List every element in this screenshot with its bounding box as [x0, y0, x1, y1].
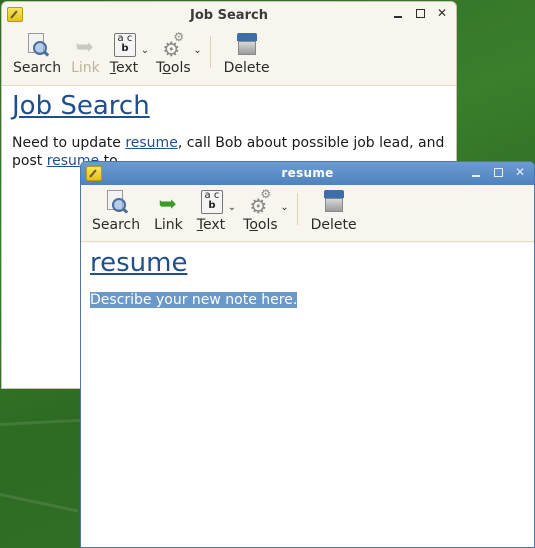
resume-window: resume ✕ Search ➥ Link a cb Text ⌄ ⚙ ⚙ To…: [80, 161, 535, 548]
titlebar[interactable]: Job Search ✕: [2, 2, 456, 28]
text-label: Text: [197, 217, 225, 233]
text-button[interactable]: a cb Text ⌄: [192, 185, 236, 233]
close-button[interactable]: ✕: [514, 166, 526, 178]
search-label: Search: [92, 217, 141, 233]
shredder-delete-icon: [236, 33, 258, 57]
chevron-down-icon[interactable]: ⌄: [228, 202, 236, 213]
link-button[interactable]: ➥ Link: [66, 28, 105, 77]
chevron-down-icon[interactable]: ⌄: [280, 202, 288, 213]
link-arrow-icon: ➥: [157, 190, 179, 217]
search-icon: [26, 33, 50, 57]
tools-post: ols: [257, 217, 278, 233]
text-icon-bottom: b: [121, 43, 129, 54]
gear-icon: ⚙ ⚙: [162, 30, 185, 59]
link-arrow-icon: ➥: [74, 33, 96, 60]
delete-button[interactable]: Delete: [306, 185, 362, 233]
link-arrow-glyph: ➥: [158, 192, 177, 217]
window-title: resume: [281, 166, 334, 180]
chevron-down-icon[interactable]: ⌄: [193, 45, 201, 56]
tools-label: Tools: [243, 217, 278, 233]
tools-button[interactable]: ⚙ ⚙ Tools ⌄: [238, 185, 289, 233]
tools-post: ols: [170, 60, 191, 76]
tools-label: Tools: [156, 60, 191, 76]
text-format-icon: a cb: [200, 190, 223, 214]
minimize-button[interactable]: [392, 7, 404, 19]
body-text: Need to update: [12, 135, 126, 151]
desktop-streak: [0, 493, 79, 513]
text-label: Text: [110, 60, 138, 76]
note-title: resume: [90, 248, 188, 278]
note-editor[interactable]: resume Describe your new note here.: [81, 243, 534, 547]
selected-placeholder-text[interactable]: Describe your new note here.: [90, 292, 298, 308]
text-label-rest: ext: [115, 60, 139, 76]
toolbar-separator: [296, 193, 298, 225]
toolbar: Search ➥ Link a cb Text ⌄ ⚙ ⚙ Tools ⌄ Del…: [2, 28, 456, 86]
window-title: Job Search: [190, 7, 268, 23]
chevron-down-icon[interactable]: ⌄: [141, 45, 149, 56]
link-arrow-glyph: ➥: [75, 35, 94, 60]
delete-button[interactable]: Delete: [219, 28, 275, 76]
close-button[interactable]: ✕: [436, 7, 448, 19]
search-button[interactable]: Search: [87, 185, 145, 233]
link-label: Link: [154, 217, 183, 233]
desktop-streak: [0, 418, 80, 426]
resume-link[interactable]: resume: [125, 135, 177, 151]
delete-label: Delete: [223, 60, 270, 76]
gear-small-glyph: ⚙: [173, 30, 185, 44]
maximize-button[interactable]: [414, 7, 426, 19]
toolbar-separator: [209, 36, 211, 68]
text-icon-bottom: b: [208, 200, 216, 211]
note-title: Job Search: [12, 91, 150, 121]
tools-mnemonic: o: [249, 217, 258, 233]
text-label-rest: ext: [202, 217, 226, 233]
titlebar[interactable]: resume ✕: [81, 162, 534, 185]
shredder-delete-icon: [323, 190, 345, 214]
link-button[interactable]: ➥ Link: [149, 185, 188, 234]
search-label: Search: [13, 60, 62, 76]
minimize-button[interactable]: [470, 166, 482, 178]
tools-mnemonic: o: [162, 60, 171, 76]
tools-button[interactable]: ⚙ ⚙ Tools ⌄: [151, 28, 202, 76]
gear-small-glyph: ⚙: [260, 187, 272, 201]
text-button[interactable]: a cb Text ⌄: [105, 28, 149, 76]
text-format-icon: a cb: [113, 33, 136, 57]
gear-icon: ⚙ ⚙: [249, 187, 272, 216]
search-icon: [105, 190, 129, 214]
delete-label: Delete: [310, 217, 357, 233]
toolbar: Search ➥ Link a cb Text ⌄ ⚙ ⚙ Tools ⌄ Del…: [81, 185, 534, 242]
link-label: Link: [71, 60, 100, 76]
search-button[interactable]: Search: [8, 28, 66, 76]
maximize-button[interactable]: [492, 166, 504, 178]
note-body: Describe your new note here.: [90, 291, 525, 309]
